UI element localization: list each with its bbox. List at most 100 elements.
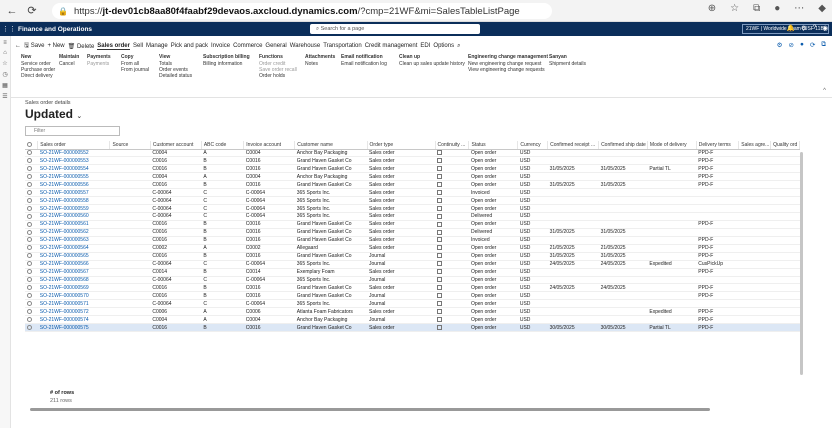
col-header[interactable]: Order type xyxy=(367,141,436,150)
sales-order-link[interactable]: SO-21WF-000000565 xyxy=(37,252,110,261)
office-icon[interactable]: ● xyxy=(800,41,804,49)
menu-icon[interactable]: ≡ xyxy=(0,40,10,46)
sales-order-link[interactable]: SO-21WF-000000556 xyxy=(37,180,110,190)
table-row[interactable]: SO-21WF-000000556 C0016 B C0016 Grand Haven … xyxy=(25,180,800,190)
order-holds-button[interactable]: Order holds xyxy=(259,73,297,79)
continuity-checkbox[interactable] xyxy=(435,260,469,269)
gear-icon[interactable]: ⚙ xyxy=(801,24,807,32)
profile-icon[interactable]: ● xyxy=(774,3,780,14)
refresh-icon[interactable]: ⟳ xyxy=(810,41,815,49)
row-select-radio[interactable] xyxy=(25,172,38,182)
col-header[interactable]: Currency xyxy=(517,141,549,150)
col-header[interactable]: Confirmed ship date xyxy=(598,141,648,150)
sales-order-link[interactable]: SO-21WF-000000564 xyxy=(37,244,110,253)
sales-order-link[interactable]: SO-21WF-000000574 xyxy=(37,315,110,325)
table-row[interactable]: SO-21WF-000000564 C0002 A C0002 Allegaard Sal… xyxy=(25,244,800,253)
sales-order-link[interactable]: SO-21WF-000000554 xyxy=(37,164,110,174)
copilot-icon[interactable]: ◆ xyxy=(818,3,826,14)
billing-information-button[interactable]: Billing information xyxy=(203,61,250,67)
table-row[interactable]: SO-21WF-000000569 C0016 B C0016 Grand Haven … xyxy=(25,283,800,293)
tab-commerce[interactable]: Commerce xyxy=(233,43,262,49)
continuity-checkbox[interactable] xyxy=(435,212,469,221)
sales-order-link[interactable]: SO-21WF-000000570 xyxy=(37,291,110,301)
row-select-radio[interactable] xyxy=(25,156,38,166)
col-header[interactable]: Sales agre... xyxy=(738,141,772,150)
col-header[interactable]: Source xyxy=(109,141,151,150)
sales-order-link[interactable]: SO-21WF-000000562 xyxy=(37,228,110,237)
continuity-checkbox[interactable] xyxy=(435,236,469,245)
shipment-details-button[interactable]: Shipment details xyxy=(549,61,586,67)
table-row[interactable]: SO-21WF-000000574 C0004 A C0004 Anchor Bay P… xyxy=(25,315,800,325)
row-select-radio[interactable] xyxy=(25,164,38,174)
row-select-radio[interactable] xyxy=(25,244,38,253)
horizontal-scrollbar[interactable] xyxy=(30,408,710,411)
table-row[interactable]: SO-21WF-000000563 C0016 B C0016 Grand Haven … xyxy=(25,236,800,245)
table-row[interactable]: SO-21WF-000000570 C0016 B C0016 Grand Haven … xyxy=(25,291,800,301)
continuity-checkbox[interactable] xyxy=(435,204,469,213)
table-row[interactable]: SO-21WF-000000572 C0006 A C0006 Atlanta Foam… xyxy=(25,307,800,317)
continuity-checkbox[interactable] xyxy=(435,307,469,317)
row-select-radio[interactable] xyxy=(25,188,38,198)
tab-options[interactable]: Options xyxy=(433,43,454,49)
direct-delivery-button[interactable]: Direct delivery xyxy=(21,73,55,79)
continuity-checkbox[interactable] xyxy=(435,299,469,309)
table-row[interactable]: SO-21WF-000000568 C-00064 C C-00064 365 Spor… xyxy=(25,276,800,285)
filter-icon[interactable]: ⊘ xyxy=(789,41,794,49)
row-select-radio[interactable] xyxy=(25,283,38,293)
continuity-checkbox[interactable] xyxy=(435,172,469,182)
col-header[interactable]: Status xyxy=(468,141,519,150)
continuity-checkbox[interactable] xyxy=(435,149,469,158)
col-header[interactable]: Delivery terms xyxy=(696,141,740,150)
vertical-scrollbar[interactable] xyxy=(800,152,803,375)
sales-order-link[interactable]: SO-21WF-000000561 xyxy=(37,220,110,229)
email-notification-log-button[interactable]: Email notification log xyxy=(341,61,387,67)
row-select-radio[interactable] xyxy=(25,268,38,277)
col-header[interactable]: Mode of delivery xyxy=(647,141,697,150)
save-button[interactable]: 🖫 Save xyxy=(24,41,44,51)
col-header[interactable]: Quality ord xyxy=(770,141,800,150)
payments-button[interactable]: Payments xyxy=(87,61,111,67)
continuity-checkbox[interactable] xyxy=(435,228,469,237)
home-icon[interactable]: ⌂ xyxy=(0,50,10,56)
sales-order-link[interactable]: SO-21WF-000000557 xyxy=(37,188,110,198)
sales-order-link[interactable]: SO-21WF-000000575 xyxy=(37,323,110,333)
row-select-radio[interactable] xyxy=(25,315,38,325)
col-header[interactable]: ABC code xyxy=(201,141,245,150)
table-row[interactable]: SO-21WF-000000557 C-00064 C C-00064 365 Spor… xyxy=(25,188,800,198)
continuity-checkbox[interactable] xyxy=(435,188,469,198)
delete-button[interactable]: 🗑 Delete xyxy=(68,43,95,50)
sales-order-link[interactable]: SO-21WF-000000567 xyxy=(37,268,110,277)
col-header[interactable]: Customer account xyxy=(150,141,202,150)
col-header[interactable]: Customer name xyxy=(294,141,368,150)
page-title[interactable]: Updated ⌄ xyxy=(25,107,82,121)
table-row[interactable]: SO-21WF-000000558 C-00064 C C-00064 365 Spor… xyxy=(25,196,800,206)
table-row[interactable]: SO-21WF-000000560 C-00064 C C-00064 365 Spor… xyxy=(25,212,800,221)
sales-order-link[interactable]: SO-21WF-000000568 xyxy=(37,276,110,285)
user-avatar[interactable]: ◉ xyxy=(822,24,828,32)
tab-general[interactable]: General xyxy=(265,43,286,49)
filter-input[interactable]: Filter xyxy=(25,126,120,136)
cancel-button[interactable]: Cancel xyxy=(59,61,79,67)
address-bar[interactable]: 🔒 https://jt-dev01cb8aa80f4faabf29devaos… xyxy=(52,3,552,19)
waffle-icon[interactable]: ⋮⋮ xyxy=(2,25,16,33)
tab-sell[interactable]: Sell xyxy=(133,43,143,49)
sales-order-link[interactable]: SO-21WF-000000553 xyxy=(37,156,110,166)
continuity-checkbox[interactable] xyxy=(435,180,469,190)
bell-icon[interactable]: 🔔 xyxy=(787,24,795,32)
table-row[interactable]: SO-21WF-000000552 C0004 A C0004 Anchor Bay P… xyxy=(25,149,800,158)
continuity-checkbox[interactable] xyxy=(435,164,469,174)
help-icon[interactable]: ? xyxy=(813,24,817,32)
sales-order-link[interactable]: SO-21WF-000000566 xyxy=(37,260,110,269)
table-row[interactable]: SO-21WF-000000567 C0014 B C0014 Exemplary Fo… xyxy=(25,268,800,277)
table-row[interactable]: SO-21WF-000000566 C-00064 C C-00064 365 Spor… xyxy=(25,260,800,269)
sales-order-link[interactable]: SO-21WF-000000552 xyxy=(37,149,110,158)
search-icon[interactable]: ⌕ xyxy=(457,43,460,50)
table-row[interactable]: SO-21WF-000000571 C-00064 C C-00064 365 Spor… xyxy=(25,299,800,309)
row-select-radio[interactable] xyxy=(25,236,38,245)
table-row[interactable]: SO-21WF-000000554 C0016 B C0016 Grand Haven … xyxy=(25,164,800,174)
zoom-icon[interactable]: ⊕ xyxy=(708,3,716,14)
page-search[interactable]: ⌕ Search for a page xyxy=(310,24,480,34)
back-arrow-icon[interactable]: ← xyxy=(15,43,21,49)
more-icon[interactable]: ⋯ xyxy=(794,3,804,14)
continuity-checkbox[interactable] xyxy=(435,252,469,261)
